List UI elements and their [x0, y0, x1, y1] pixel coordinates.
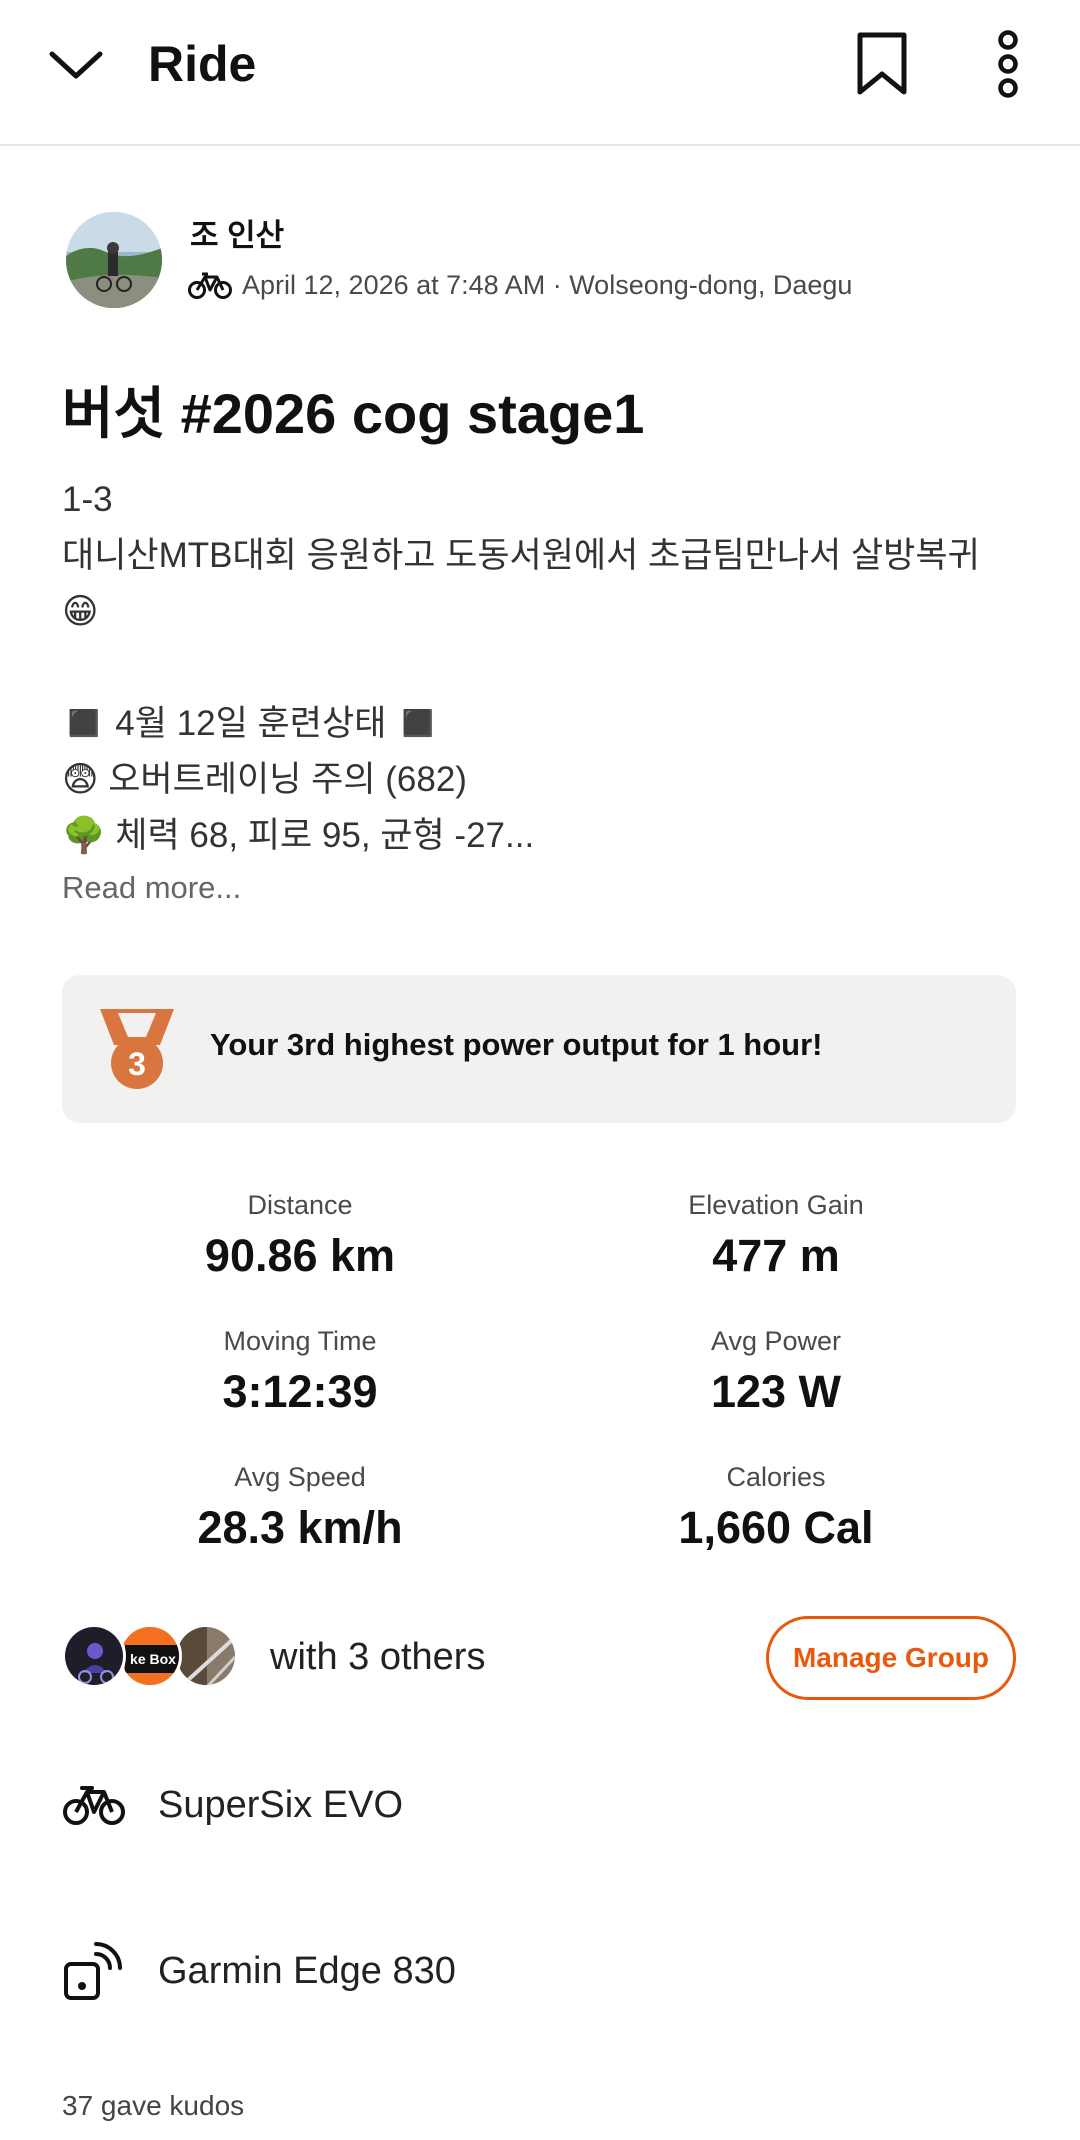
avatar-badge-text: ke Box — [130, 1651, 176, 1667]
stat-avg-speed: Avg Speed 28.3 km/h — [62, 1460, 538, 1556]
description-line: 😁 — [62, 592, 99, 631]
group-text[interactable]: with 3 others — [270, 1636, 485, 1679]
stat-calories: Calories 1,660 Cal — [538, 1460, 1014, 1556]
stat-value: 28.3 km/h — [197, 1502, 403, 1553]
more-vertical-icon[interactable] — [986, 30, 1030, 98]
stat-avg-power: Avg Power 123 W — [538, 1324, 1014, 1420]
achievement-card[interactable]: 3 Your 3rd highest power output for 1 ho… — [62, 975, 1016, 1123]
description-line: 대니산MTB대회 응원하고 도동서원에서 초급팀만나서 살방복귀 — [62, 536, 980, 575]
kudos-count[interactable]: 37 gave kudos — [62, 2090, 244, 2122]
stat-value: 90.86 km — [204, 1230, 396, 1281]
stat-value: 477 m — [712, 1230, 840, 1281]
activity-title: 버섯 #2026 cog stage1 — [62, 382, 645, 445]
group-avatar[interactable] — [62, 1624, 126, 1688]
description-line — [62, 640, 1022, 696]
athlete-name[interactable]: 조 인산 — [190, 210, 284, 255]
bike-name: SuperSix EVO — [158, 1784, 403, 1826]
medal-rank-label: 3 — [128, 1046, 146, 1082]
avatar[interactable] — [66, 212, 162, 308]
device-name: Garmin Edge 830 — [158, 1950, 456, 1992]
gear-device-row[interactable]: Garmin Edge 830 — [62, 1942, 1022, 2002]
manage-group-button[interactable]: Manage Group — [766, 1616, 1016, 1700]
bookmark-icon[interactable] — [852, 30, 912, 98]
description-line: ◼️ 4월 12일 훈련상태 ◼️ — [62, 704, 440, 743]
stat-label: Avg Power — [710, 1326, 842, 1356]
stat-value: 123 W — [710, 1366, 842, 1417]
stat-value: 3:12:39 — [222, 1366, 378, 1417]
stat-label: Distance — [247, 1190, 353, 1220]
gear-bike-row[interactable]: SuperSix EVO — [62, 1776, 1022, 1836]
stat-label: Calories — [726, 1462, 826, 1492]
bicycle-icon — [188, 270, 232, 300]
stat-moving-time: Moving Time 3:12:39 — [62, 1324, 538, 1420]
description-line: 😨 오버트레이닝 주의 (682) — [62, 760, 467, 799]
group-activity-row: ke Box with 3 others Manage Group — [62, 1616, 1016, 1706]
activity-date-location: April 12, 2026 at 7:48 AM · Wolseong-don… — [242, 269, 853, 300]
page-title: Ride — [148, 36, 257, 92]
device-signal-icon — [62, 1942, 126, 2002]
stat-label: Moving Time — [223, 1326, 377, 1356]
description-line: 1-3 — [62, 480, 113, 519]
bronze-medal-icon: 3 — [96, 1005, 178, 1091]
read-more-link[interactable]: Read more... — [62, 870, 241, 906]
stat-label: Elevation Gain — [688, 1190, 864, 1220]
stat-value: 1,660 Cal — [678, 1502, 874, 1553]
stat-elevation-gain: Elevation Gain 477 m — [538, 1188, 1014, 1284]
group-avatar[interactable] — [174, 1624, 238, 1688]
bicycle-icon — [62, 1776, 126, 1836]
stat-distance: Distance 90.86 km — [62, 1188, 538, 1284]
group-avatar[interactable]: ke Box — [118, 1624, 182, 1688]
activity-meta: April 12, 2026 at 7:48 AM · Wolseong-don… — [188, 264, 852, 306]
stat-label: Avg Speed — [234, 1462, 366, 1492]
activity-description: 1-3 대니산MTB대회 응원하고 도동서원에서 초급팀만나서 살방복귀 😁 ◼… — [62, 472, 1022, 864]
chevron-down-icon[interactable] — [44, 34, 108, 98]
top-app-bar: Ride — [0, 0, 1080, 146]
achievement-text: Your 3rd highest power output for 1 hour… — [210, 1027, 823, 1062]
description-line: 🌳 체력 68, 피로 95, 균형 -27... — [62, 816, 535, 855]
